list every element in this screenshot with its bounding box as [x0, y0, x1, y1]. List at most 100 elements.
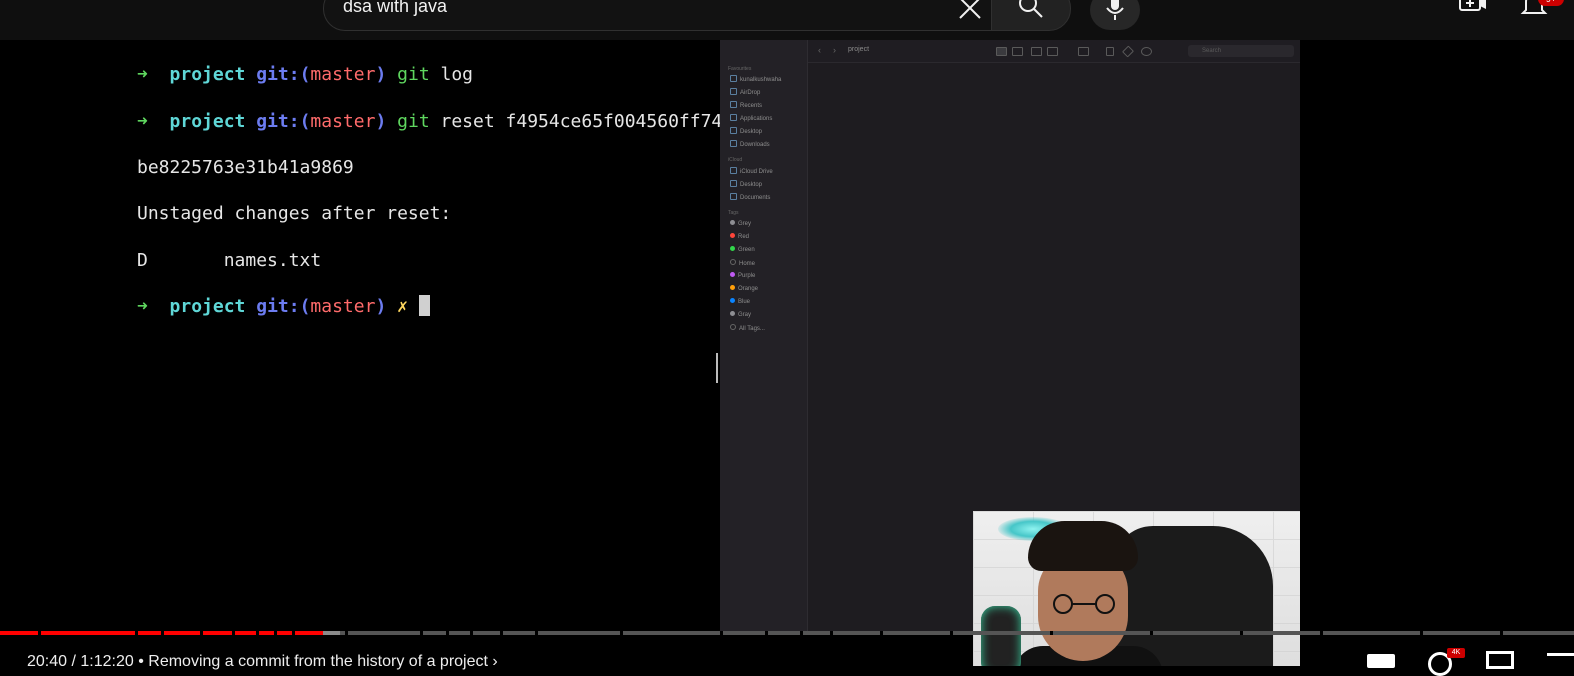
chapter-marker: [232, 631, 235, 635]
icon-view-icon[interactable]: [996, 47, 1007, 56]
tag-dot-icon: [730, 311, 735, 316]
theater-mode-icon[interactable]: [1547, 653, 1574, 667]
sidebar-tag-red[interactable]: Red: [730, 233, 749, 240]
sidebar-tag-grey[interactable]: Grey: [730, 220, 751, 227]
sidebar-tag-gray[interactable]: Gray: [730, 311, 751, 318]
back-icon[interactable]: ‹: [818, 45, 821, 55]
terminal-line: ➜ project git:(master) git reset f4954ce…: [137, 110, 723, 132]
tag-dot-icon: [730, 324, 736, 330]
clear-icon[interactable]: [956, 0, 984, 22]
chapter-title[interactable]: • Removing a commit from the history of …: [138, 653, 488, 670]
chapter-marker: [420, 631, 423, 635]
download-icon: [730, 140, 737, 147]
sidebar-item-home[interactable]: kunalkushwaha: [730, 75, 781, 83]
chapter-marker: [256, 631, 259, 635]
chapter-marker: [880, 631, 883, 635]
chapter-marker: [274, 631, 277, 635]
terminal-line: ➜ project git:(master) git log: [137, 64, 474, 86]
desktop-icon: [730, 127, 737, 134]
search-button[interactable]: [991, 0, 1071, 31]
sidebar-item-documents[interactable]: Documents: [730, 193, 770, 201]
chapter-marker: [1420, 631, 1423, 635]
finder-search-placeholder: Search: [1202, 48, 1222, 54]
finder-search-field[interactable]: Search: [1188, 45, 1294, 57]
terminal-output: ➜ project git:(master) git log ➜ project…: [137, 40, 722, 365]
chapter-marker: [620, 631, 623, 635]
chapter-marker: [135, 631, 138, 635]
time-and-chapter[interactable]: 20:40 / 1:12:20 • Removing a commit from…: [27, 653, 498, 671]
finder-sidebar: Favourites kunalkushwaha AirDrop Recents…: [720, 40, 808, 632]
player-controls: 20:40 / 1:12:20 • Removing a commit from…: [0, 640, 1574, 676]
tag-dot-icon: [730, 298, 735, 303]
glasses-icon: [1053, 594, 1115, 614]
chapter-marker: [200, 631, 203, 635]
chapter-marker: [830, 631, 833, 635]
chapter-marker: [535, 631, 538, 635]
list-view-icon[interactable]: [1012, 47, 1023, 56]
sidebar-tag-orange[interactable]: Orange: [730, 285, 758, 292]
chapter-marker: [500, 631, 503, 635]
presenter-hair: [1028, 521, 1138, 571]
sidebar-tag-green[interactable]: Green: [730, 246, 755, 253]
applications-icon: [730, 114, 737, 121]
chapter-marker: [1320, 631, 1323, 635]
tag-icon[interactable]: [1121, 45, 1135, 58]
chapter-marker: [161, 631, 164, 635]
video-progress-bar[interactable]: [0, 631, 1574, 635]
sidebar-item-airdrop[interactable]: AirDrop: [730, 88, 760, 96]
gallery-view-icon[interactable]: [1047, 47, 1058, 56]
miniplayer-icon[interactable]: [1486, 651, 1514, 669]
tag-dot-icon: [730, 233, 735, 238]
terminal-cursor: [418, 295, 430, 317]
mic-icon: [1106, 0, 1124, 20]
quality-badge: 4K: [1447, 648, 1465, 658]
tag-dot-icon: [730, 272, 735, 277]
terminal-output-line: D names.txt: [137, 249, 322, 271]
chevron-right-icon: ›: [492, 653, 498, 670]
chapter-marker: [292, 631, 295, 635]
sidebar-item-recents[interactable]: Recents: [730, 101, 762, 109]
desktop-icon: [730, 180, 737, 187]
tag-dot-icon: [730, 285, 735, 290]
sidebar-item-applications[interactable]: Applications: [730, 114, 772, 122]
share-icon[interactable]: [1106, 47, 1114, 56]
tag-dot-icon: [730, 259, 736, 265]
tag-dot-icon: [730, 220, 735, 225]
sidebar-header-favourites: Favourites: [728, 66, 752, 72]
search-query-text[interactable]: dsa with java: [343, 0, 447, 17]
chapter-marker: [765, 631, 768, 635]
group-icon[interactable]: [1078, 47, 1089, 56]
column-view-icon[interactable]: [1031, 47, 1042, 56]
sidebar-header-icloud: iCloud: [728, 157, 743, 163]
airdrop-icon: [730, 88, 737, 95]
voice-search-button[interactable]: [1090, 0, 1140, 30]
sidebar-tag-all[interactable]: All Tags...: [730, 324, 765, 332]
chapter-marker: [1050, 631, 1053, 635]
sidebar-tag-blue[interactable]: Blue: [730, 298, 750, 305]
terminal-prompt[interactable]: ➜ project git:(master) ✗: [137, 295, 722, 318]
create-icon[interactable]: [1458, 0, 1488, 18]
chapter-marker: [1150, 631, 1153, 635]
finder-toolbar: ‹ › project Search: [808, 40, 1300, 63]
tag-dot-icon: [730, 246, 735, 251]
sidebar-item-icloud-drive[interactable]: iCloud Drive: [730, 167, 773, 175]
sidebar-item-icloud-desktop[interactable]: Desktop: [730, 180, 762, 188]
chapter-marker: [720, 631, 723, 635]
sidebar-tag-purple[interactable]: Purple: [730, 272, 755, 279]
cloud-icon: [730, 167, 737, 174]
chapter-marker: [38, 631, 41, 635]
chapter-marker: [950, 631, 953, 635]
chapter-marker: [1500, 631, 1503, 635]
sidebar-item-downloads[interactable]: Downloads: [730, 140, 770, 148]
chapter-marker: [1240, 631, 1243, 635]
chapter-marker: [446, 631, 449, 635]
terminal-pane[interactable]: ➜ project git:(master) git log ➜ project…: [0, 40, 722, 632]
time-display: 20:40 / 1:12:20: [27, 653, 134, 670]
forward-icon[interactable]: ›: [833, 45, 836, 55]
more-icon[interactable]: [1141, 47, 1152, 56]
pane-resize-handle[interactable]: [716, 353, 718, 383]
sidebar-tag-home[interactable]: Home: [730, 259, 755, 267]
clock-icon: [730, 101, 737, 108]
sidebar-item-desktop[interactable]: Desktop: [730, 127, 762, 135]
home-icon: [730, 75, 737, 82]
